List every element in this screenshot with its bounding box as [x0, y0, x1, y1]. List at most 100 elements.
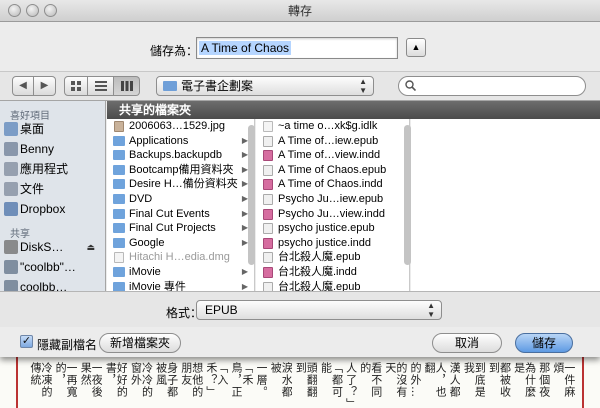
file-name: Final Cut Projects: [129, 222, 216, 235]
save-as-input[interactable]: A Time of Chaos: [196, 37, 398, 59]
file-list-item[interactable]: psycho justice.indd: [256, 236, 409, 251]
save-as-area: 儲存為： A Time of Chaos ▲: [0, 22, 600, 72]
computer-icon: [4, 260, 18, 274]
file-list-item[interactable]: psycho justice.epub: [256, 221, 409, 236]
file-list-item[interactable]: A Time of Chaos.indd: [256, 177, 409, 192]
search-input[interactable]: [398, 76, 586, 96]
file-name: 台北殺人魔.epub: [278, 251, 361, 264]
sidebar-item-label: Benny: [20, 142, 55, 156]
file-list-item[interactable]: Final Cut Projects ▶: [107, 221, 254, 236]
file-list-item[interactable]: A Time of…view.indd: [256, 148, 409, 163]
file-list-item[interactable]: Psycho Ju…view.indd: [256, 207, 409, 222]
sidebar-item[interactable]: 桌面: [0, 119, 105, 139]
icon-view-button[interactable]: [64, 76, 88, 96]
chevron-up-icon: ▲: [411, 42, 421, 52]
list-view-button[interactable]: [88, 76, 114, 96]
server-icon: [4, 240, 18, 254]
close-window-button[interactable]: [8, 4, 21, 17]
folder-icon: [113, 179, 125, 190]
file-list-item[interactable]: A Time of…iew.epub: [256, 134, 409, 149]
back-button[interactable]: ◀: [12, 76, 34, 96]
sidebar-item[interactable]: Dropbox: [0, 199, 105, 219]
file-list-item[interactable]: A Time of Chaos.epub: [256, 163, 409, 178]
file-list-item[interactable]: DVD ▶: [107, 192, 254, 207]
eject-icon[interactable]: ⏏: [86, 237, 95, 257]
file-list-item[interactable]: 台北殺人魔.epub: [256, 280, 409, 291]
home-icon: [4, 142, 18, 156]
save-button[interactable]: 儲存: [515, 333, 573, 353]
file-list-item[interactable]: ~a time o…xk$g.idlk: [256, 119, 409, 134]
epub-file-icon: [263, 281, 273, 291]
search-icon: [405, 80, 416, 91]
sidebar-item[interactable]: Benny: [0, 139, 105, 159]
column-2-scrollbar[interactable]: [404, 125, 411, 265]
sidebar-item[interactable]: DiskS… ⏏: [0, 237, 105, 257]
document-text-column: 的外…: [410, 362, 421, 398]
sidebar-item[interactable]: 應用程式: [0, 159, 105, 179]
file-list-item[interactable]: Applications ▶: [107, 134, 254, 149]
forward-button[interactable]: ▶: [34, 76, 56, 96]
cancel-button[interactable]: 取消: [432, 333, 502, 353]
document-text-column: 「入禾？」: [205, 362, 228, 398]
sidebar-item[interactable]: "coolbb"…: [0, 257, 105, 277]
sidebar-item-label: 桌面: [20, 122, 45, 136]
file-name: 台北殺人魔.epub: [278, 280, 361, 291]
epub-file-icon: [263, 252, 273, 264]
checkmark-icon: ✓: [21, 335, 32, 347]
sidebar-item[interactable]: 文件: [0, 179, 105, 199]
folder-icon: [113, 223, 125, 234]
new-folder-button[interactable]: 新增檔案夾: [99, 333, 181, 353]
column-view-button[interactable]: [114, 76, 140, 96]
file-list-item[interactable]: 台北殺人魔.indd: [256, 265, 409, 280]
file-list-item[interactable]: 2006063…1529.jpg: [107, 119, 254, 134]
file-list-item[interactable]: Bootcamp備用資料夾 ▶: [107, 163, 254, 178]
sidebar-item[interactable]: coolbb…: [0, 277, 105, 291]
column-2[interactable]: ~a time o…xk$g.idlk A Time of…iew.epub A T…: [256, 119, 410, 291]
column-1-scrollbar[interactable]: [248, 125, 255, 265]
file-list-item[interactable]: Backups.backupdb ▶: [107, 148, 254, 163]
location-popup[interactable]: 電子書企劃案 ▲ ▼: [156, 76, 374, 96]
file-list-item[interactable]: 台北殺人魔.epub: [256, 250, 409, 265]
indesign-file-icon: [263, 179, 273, 191]
computer-icon: [4, 280, 18, 291]
folder-icon: [113, 266, 125, 277]
file-list-item[interactable]: Psycho Ju…iew.epub: [256, 192, 409, 207]
file-list-item[interactable]: iMovie ▶: [107, 265, 254, 280]
browser-toolbar: ◀ ▶ 電子書企劃案 ▲ ▼: [0, 72, 600, 100]
sidebar-item-label: coolbb…: [20, 280, 68, 291]
list-view-icon: [94, 81, 107, 91]
file-name: psycho justice.epub: [278, 222, 375, 235]
icon-view-icon: [71, 81, 81, 91]
document-icon: [263, 121, 273, 132]
image-file-icon: [114, 121, 124, 132]
sidebar-item-label: DiskS…: [20, 240, 64, 254]
document-text: 冷凍的傳統 一再寬的， 一夜後果然 好好的書， 冷冷的窗外 身子都被風 想他的朋友 「入禾？」…: [30, 362, 575, 408]
epub-file-icon: [263, 193, 273, 205]
expand-dialog-button[interactable]: ▲: [406, 38, 426, 57]
document-text-column: 漢人都: [449, 362, 461, 398]
file-list-item[interactable]: Hitachi H…edia.dmg: [107, 250, 254, 265]
indesign-file-icon: [263, 237, 273, 249]
file-name: iMovie 專件: [129, 280, 186, 291]
column-3[interactable]: [411, 119, 600, 291]
document-text-column: 都被收到: [488, 362, 511, 398]
file-list-item[interactable]: iMovie 專件 ▶: [107, 280, 254, 291]
minimize-window-button[interactable]: [26, 4, 39, 17]
file-name: psycho justice.indd: [278, 236, 371, 249]
document-text-column: 到底是我: [463, 362, 486, 398]
popup-arrows-icon: ▲ ▼: [359, 77, 367, 95]
column-1[interactable]: 2006063…1529.jpg Applications ▶ Backups.bac…: [107, 119, 255, 291]
format-popup[interactable]: EPUB ▲ ▼: [196, 300, 442, 320]
zoom-window-button[interactable]: [44, 4, 57, 17]
document-text-column: 人，也翻: [424, 362, 447, 398]
file-name: ~a time o…xk$g.idlk: [278, 120, 378, 132]
chevron-right-icon: ▶: [241, 266, 248, 276]
file-list-item[interactable]: Desire H…備份資料夾 ▶: [107, 177, 254, 192]
file-list-item[interactable]: Final Cut Events ▶: [107, 207, 254, 222]
folder-icon: [113, 237, 125, 248]
sidebar-section-header: 共享: [10, 229, 30, 240]
save-label: 儲存: [531, 336, 556, 350]
document-text-column: 冷冷的窗外: [130, 362, 153, 398]
hide-extension-checkbox[interactable]: ✓: [20, 335, 33, 348]
file-list-item[interactable]: Google ▶: [107, 236, 254, 251]
